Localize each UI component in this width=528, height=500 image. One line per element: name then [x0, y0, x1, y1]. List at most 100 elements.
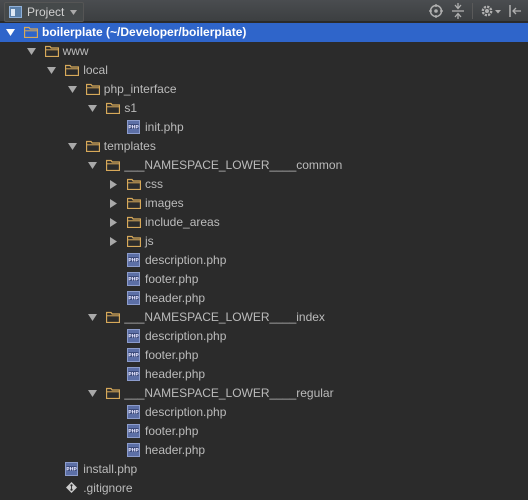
item-name: boilerplate [42, 25, 103, 39]
tree-item-label: install.php [83, 462, 137, 477]
tree-item-label: header.php [145, 367, 205, 382]
tree-file-header-php[interactable]: PHP header.php [0, 365, 528, 384]
expand-arrow-icon[interactable] [67, 142, 77, 151]
svg-text:PHP: PHP [128, 333, 139, 339]
item-name: local [83, 63, 108, 77]
collapsed-arrow-icon[interactable] [109, 199, 118, 208]
tree-file-install-php[interactable]: PHP install.php [0, 460, 528, 479]
folder-icon [127, 178, 141, 190]
expand-arrow-icon[interactable] [88, 161, 98, 170]
folder-icon [127, 216, 141, 228]
tree-folder-templates[interactable]: templates [0, 137, 528, 156]
tree-file-description-php[interactable]: PHP description.php [0, 251, 528, 270]
collapse-all-icon[interactable] [450, 3, 466, 19]
tree-item-label: header.php [145, 291, 205, 306]
expand-arrow-icon[interactable] [88, 104, 98, 113]
project-icon [9, 6, 22, 18]
item-name: images [145, 196, 184, 210]
tree-folder-include-areas[interactable]: include_areas [0, 213, 528, 232]
collapsed-arrow-icon[interactable] [109, 180, 118, 189]
tree-folder-regular[interactable]: ___NAMESPACE_LOWER____regular [0, 384, 528, 403]
tree-item-label: images [145, 196, 184, 211]
tree-file-header-php[interactable]: PHP header.php [0, 441, 528, 460]
tree-folder-common[interactable]: ___NAMESPACE_LOWER____common [0, 156, 528, 175]
target-icon[interactable] [428, 3, 444, 19]
expand-arrow-icon[interactable] [67, 85, 77, 94]
folder-icon [85, 140, 100, 152]
tree-folder-php-interface[interactable]: php_interface [0, 80, 528, 99]
item-name: ___NAMESPACE_LOWER____index [124, 310, 325, 324]
project-path: (~/Developer/boilerplate) [102, 25, 247, 39]
hide-icon[interactable] [507, 3, 523, 19]
tree-file-footer-php[interactable]: PHP footer.php [0, 422, 528, 441]
tree-item-label: templates [104, 139, 156, 154]
tree-folder-js[interactable]: js [0, 232, 528, 251]
tree-item-label: footer.php [145, 348, 198, 363]
svg-text:PHP: PHP [128, 257, 139, 263]
item-name: js [145, 234, 154, 248]
item-name: footer.php [145, 272, 199, 286]
tree-file-header-php[interactable]: PHP header.php [0, 289, 528, 308]
tree-item-label: include_areas [145, 215, 220, 230]
tree-file-init-php[interactable]: PHP init.php [0, 118, 528, 137]
svg-text:PHP: PHP [128, 371, 139, 377]
tree-file-footer-php[interactable]: PHP footer.php [0, 346, 528, 365]
item-name: ___NAMESPACE_LOWER____regular [124, 386, 334, 400]
tree-file-description-php[interactable]: PHP description.php [0, 403, 528, 422]
settings-icon[interactable] [479, 3, 495, 19]
tree-folder-index[interactable]: ___NAMESPACE_LOWER____index [0, 308, 528, 327]
view-selector[interactable]: Project [4, 2, 85, 22]
tree-item-label: init.php [145, 120, 184, 135]
tree-item-label: description.php [145, 405, 226, 420]
tree-folder-images[interactable]: images [0, 194, 528, 213]
item-name: header.php [145, 367, 206, 381]
tree-item-label: www [63, 44, 89, 59]
svg-text:PHP: PHP [128, 295, 139, 301]
folder-icon [127, 197, 141, 209]
item-name: css [145, 177, 163, 191]
folder-icon [65, 64, 80, 76]
tree-file-description-php[interactable]: PHP description.php [0, 327, 528, 346]
tree-item-label: header.php [145, 443, 205, 458]
item-name: ___NAMESPACE_LOWER____common [124, 158, 343, 172]
php-file-icon: PHP [127, 424, 140, 438]
item-name: description.php [145, 405, 227, 419]
tree-item-label: description.php [145, 329, 226, 344]
tree-item-label: footer.php [145, 424, 198, 439]
tree-folder-www[interactable]: www [0, 42, 528, 61]
folder-icon [106, 311, 121, 323]
svg-text:PHP: PHP [128, 124, 139, 130]
settings-dropdown-arrow-icon[interactable] [494, 3, 502, 19]
item-name: include_areas [145, 215, 220, 229]
collapsed-arrow-icon[interactable] [109, 218, 118, 227]
tree-item-label: local [83, 63, 108, 78]
item-name: description.php [145, 329, 227, 343]
tree-item-label: .gitignore [83, 481, 132, 496]
item-name: .gitignore [83, 481, 133, 495]
collapsed-arrow-icon[interactable] [109, 237, 118, 246]
tree-file-gitignore[interactable]: .gitignore [0, 479, 528, 498]
tree-item-label: ___NAMESPACE_LOWER____common [124, 158, 342, 173]
tree-folder-css[interactable]: css [0, 175, 528, 194]
item-name: install.php [83, 462, 138, 476]
item-name: s1 [124, 101, 138, 115]
tree-file-footer-php[interactable]: PHP footer.php [0, 270, 528, 289]
expand-arrow-icon[interactable] [88, 389, 98, 398]
tree-folder-s1[interactable]: s1 [0, 99, 528, 118]
item-name: footer.php [145, 424, 199, 438]
php-file-icon: PHP [65, 462, 79, 476]
expand-arrow-icon[interactable] [6, 28, 15, 37]
tree-folder-local[interactable]: local [0, 61, 528, 80]
svg-text:PHP: PHP [128, 447, 139, 453]
expand-arrow-icon[interactable] [47, 66, 57, 75]
folder-icon [85, 83, 100, 95]
expand-arrow-icon[interactable] [26, 47, 36, 56]
tree-root-boilerplate[interactable]: boilerplate (~/Developer/boilerplate) [0, 23, 528, 42]
tree-item-label: footer.php [145, 272, 198, 287]
expand-arrow-icon[interactable] [88, 313, 98, 322]
php-file-icon: PHP [127, 367, 140, 381]
dropdown-arrow-icon [70, 9, 78, 15]
folder-icon [127, 235, 141, 247]
toolbar-divider [472, 3, 473, 19]
folder-icon [24, 26, 38, 38]
